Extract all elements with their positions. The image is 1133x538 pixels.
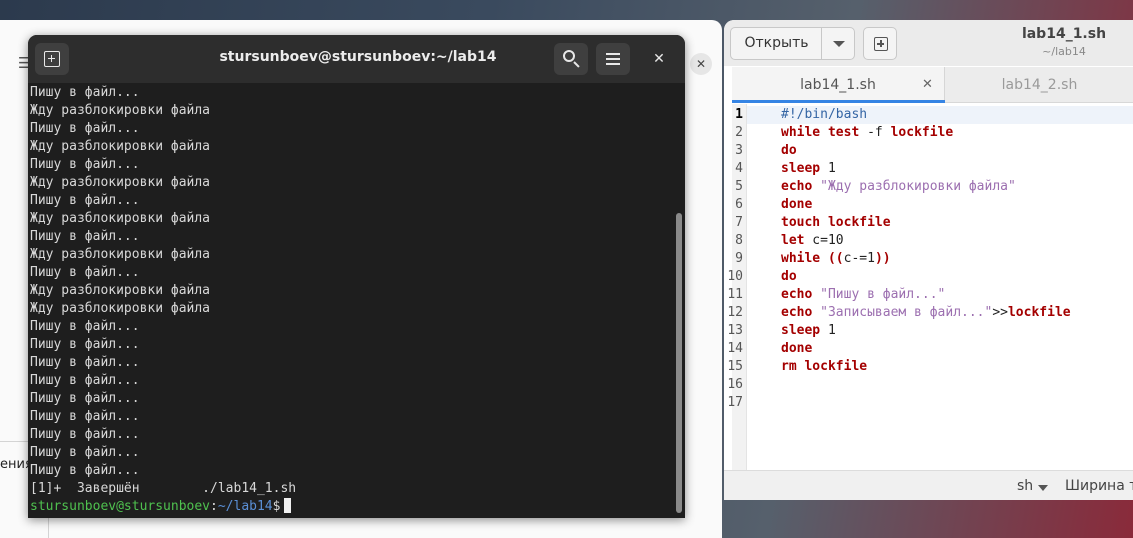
terminal-line: Пишу в файл... xyxy=(30,391,140,406)
tab-lab14-1[interactable]: lab14_1.sh ✕ xyxy=(732,67,945,103)
open-recent-dropdown-button[interactable] xyxy=(821,27,855,60)
new-tab-icon xyxy=(874,37,888,51)
prompt-separator: : xyxy=(210,499,218,514)
code-editor[interactable]: 1 #!/bin/bash 2 while test -f lockfile 3 do 4 s… xyxy=(727,104,1133,470)
hamburger-menu-icon xyxy=(606,53,620,55)
code-text: let c=10 xyxy=(781,233,844,248)
code-text: done xyxy=(781,197,813,212)
terminal-line: Пишу в файл... xyxy=(30,337,140,352)
new-tab-icon xyxy=(44,51,60,67)
terminal-line: [1]+ Завершён ./lab14_1.sh xyxy=(30,481,297,496)
code-text: sleep 1 xyxy=(781,161,836,176)
line-number: 4 xyxy=(735,161,743,176)
editor-statusbar: sh Ширина та xyxy=(724,470,1133,500)
terminal-line: Пишу в файл... xyxy=(30,229,140,244)
line-number: 8 xyxy=(735,233,743,248)
line-number: 17 xyxy=(727,395,743,410)
terminal-title: stursunboev@stursunboev:~/lab14 xyxy=(219,49,497,65)
terminal-window: stursunboev@stursunboev:~/lab14 ✕ Пишу в… xyxy=(28,35,685,518)
search-icon xyxy=(563,50,575,62)
terminal-line: Жду разблокировки файла xyxy=(30,139,211,154)
code-text: while test -f lockfile xyxy=(781,125,954,140)
line-number: 12 xyxy=(727,305,743,320)
terminal-line: Жду разблокировки файла xyxy=(30,103,211,118)
tab-label: lab14_1.sh xyxy=(800,77,876,93)
document-tabs: lab14_1.sh ✕ lab14_2.sh xyxy=(732,67,1133,103)
line-number: 6 xyxy=(735,197,743,212)
line-number: 1 xyxy=(735,107,743,122)
code-text: touch lockfile xyxy=(781,215,891,230)
terminal-output[interactable]: Пишу в файл... Жду разблокировки файла Пиш… xyxy=(28,83,673,518)
scrollbar-thumb[interactable] xyxy=(676,213,682,513)
prompt-user-host: stursunboev@stursunboev xyxy=(30,499,211,514)
terminal-line: Пишу в файл... xyxy=(30,265,140,280)
terminal-line: Пишу в файл... xyxy=(30,463,140,478)
code-text: while ((c-=1)) xyxy=(781,251,891,266)
tab-close-icon[interactable]: ✕ xyxy=(922,67,933,103)
code-text: rm lockfile xyxy=(781,359,868,374)
menu-button[interactable] xyxy=(596,43,630,75)
editor-headerbar: Открыть lab14_1.sh ~/lab14 xyxy=(724,20,1133,66)
terminal-line: Пишу в файл... xyxy=(30,355,140,370)
line-number: 13 xyxy=(727,323,743,338)
terminal-line: Жду разблокировки файла xyxy=(30,283,211,298)
terminal-line: Пишу в файл... xyxy=(30,193,140,208)
terminal-line: Жду разблокировки файла xyxy=(30,247,211,262)
line-number: 11 xyxy=(727,287,743,302)
terminal-line: Жду разблокировки файла xyxy=(30,301,211,316)
line-number: 15 xyxy=(727,359,743,374)
code-text: do xyxy=(781,269,797,284)
text-cursor xyxy=(284,498,292,513)
terminal-line: Пишу в файл... xyxy=(30,409,140,424)
tab-width-selector[interactable]: Ширина та xyxy=(1065,478,1133,494)
line-number: 9 xyxy=(735,251,743,266)
terminal-headerbar: stursunboev@stursunboev:~/lab14 ✕ xyxy=(28,35,685,83)
line-number: 10 xyxy=(727,269,743,284)
new-document-button[interactable] xyxy=(863,27,897,60)
document-title: lab14_1.sh xyxy=(1021,26,1107,42)
line-number: 2 xyxy=(735,125,743,140)
terminal-line: Пишу в файл... xyxy=(30,373,140,388)
chevron-down-icon[interactable] xyxy=(1038,485,1048,491)
terminal-line: Пишу в файл... xyxy=(30,445,140,460)
line-number: 16 xyxy=(727,377,743,392)
code-text: sleep 1 xyxy=(781,323,836,338)
code-text: done xyxy=(781,341,813,356)
language-selector[interactable]: sh xyxy=(1017,478,1033,494)
code-text: #!/bin/bash xyxy=(781,107,868,122)
code-text: echo "Записываем в файл...">>lockfile xyxy=(781,305,1071,320)
prompt-sign: $ xyxy=(272,499,281,514)
tab-label: lab14_2.sh xyxy=(1001,77,1078,93)
close-icon[interactable]: ✕ xyxy=(648,48,670,70)
line-number: 3 xyxy=(735,143,743,158)
prompt-path: ~/lab14 xyxy=(217,499,273,514)
terminal-line: Жду разблокировки файла xyxy=(30,175,211,190)
code-text: echo "Пишу в файл..." xyxy=(781,287,946,302)
code-text: do xyxy=(781,143,797,158)
terminal-line: Пишу в файл... xyxy=(30,85,140,100)
open-button[interactable]: Открыть xyxy=(730,27,822,60)
line-number: 14 xyxy=(727,341,743,356)
search-button[interactable] xyxy=(554,43,588,75)
terminal-line: Пишу в файл... xyxy=(30,121,140,136)
code-text: echo "Жду разблокировки файла" xyxy=(781,179,1016,194)
terminal-line: Пишу в файл... xyxy=(30,157,140,172)
terminal-prompt[interactable]: stursunboev@stursunboev:~/lab14$ xyxy=(30,498,292,516)
line-number: 5 xyxy=(735,179,743,194)
terminal-scrollbar[interactable] xyxy=(673,83,685,518)
background-close-button[interactable]: ✕ xyxy=(690,53,712,75)
line-number: 7 xyxy=(735,215,743,230)
terminal-line: Пишу в файл... xyxy=(30,319,140,334)
tab-lab14-2[interactable]: lab14_2.sh xyxy=(946,67,1133,103)
new-tab-button[interactable] xyxy=(35,43,69,75)
text-editor-window: Открыть lab14_1.sh ~/lab14 lab14_1.sh ✕ … xyxy=(724,20,1133,500)
terminal-line: Жду разблокировки файла xyxy=(30,211,211,226)
code-line[interactable]: 1 #!/bin/bash xyxy=(735,106,1133,124)
document-path: ~/lab14 xyxy=(1042,45,1086,58)
terminal-line: Пишу в файл... xyxy=(30,427,140,442)
